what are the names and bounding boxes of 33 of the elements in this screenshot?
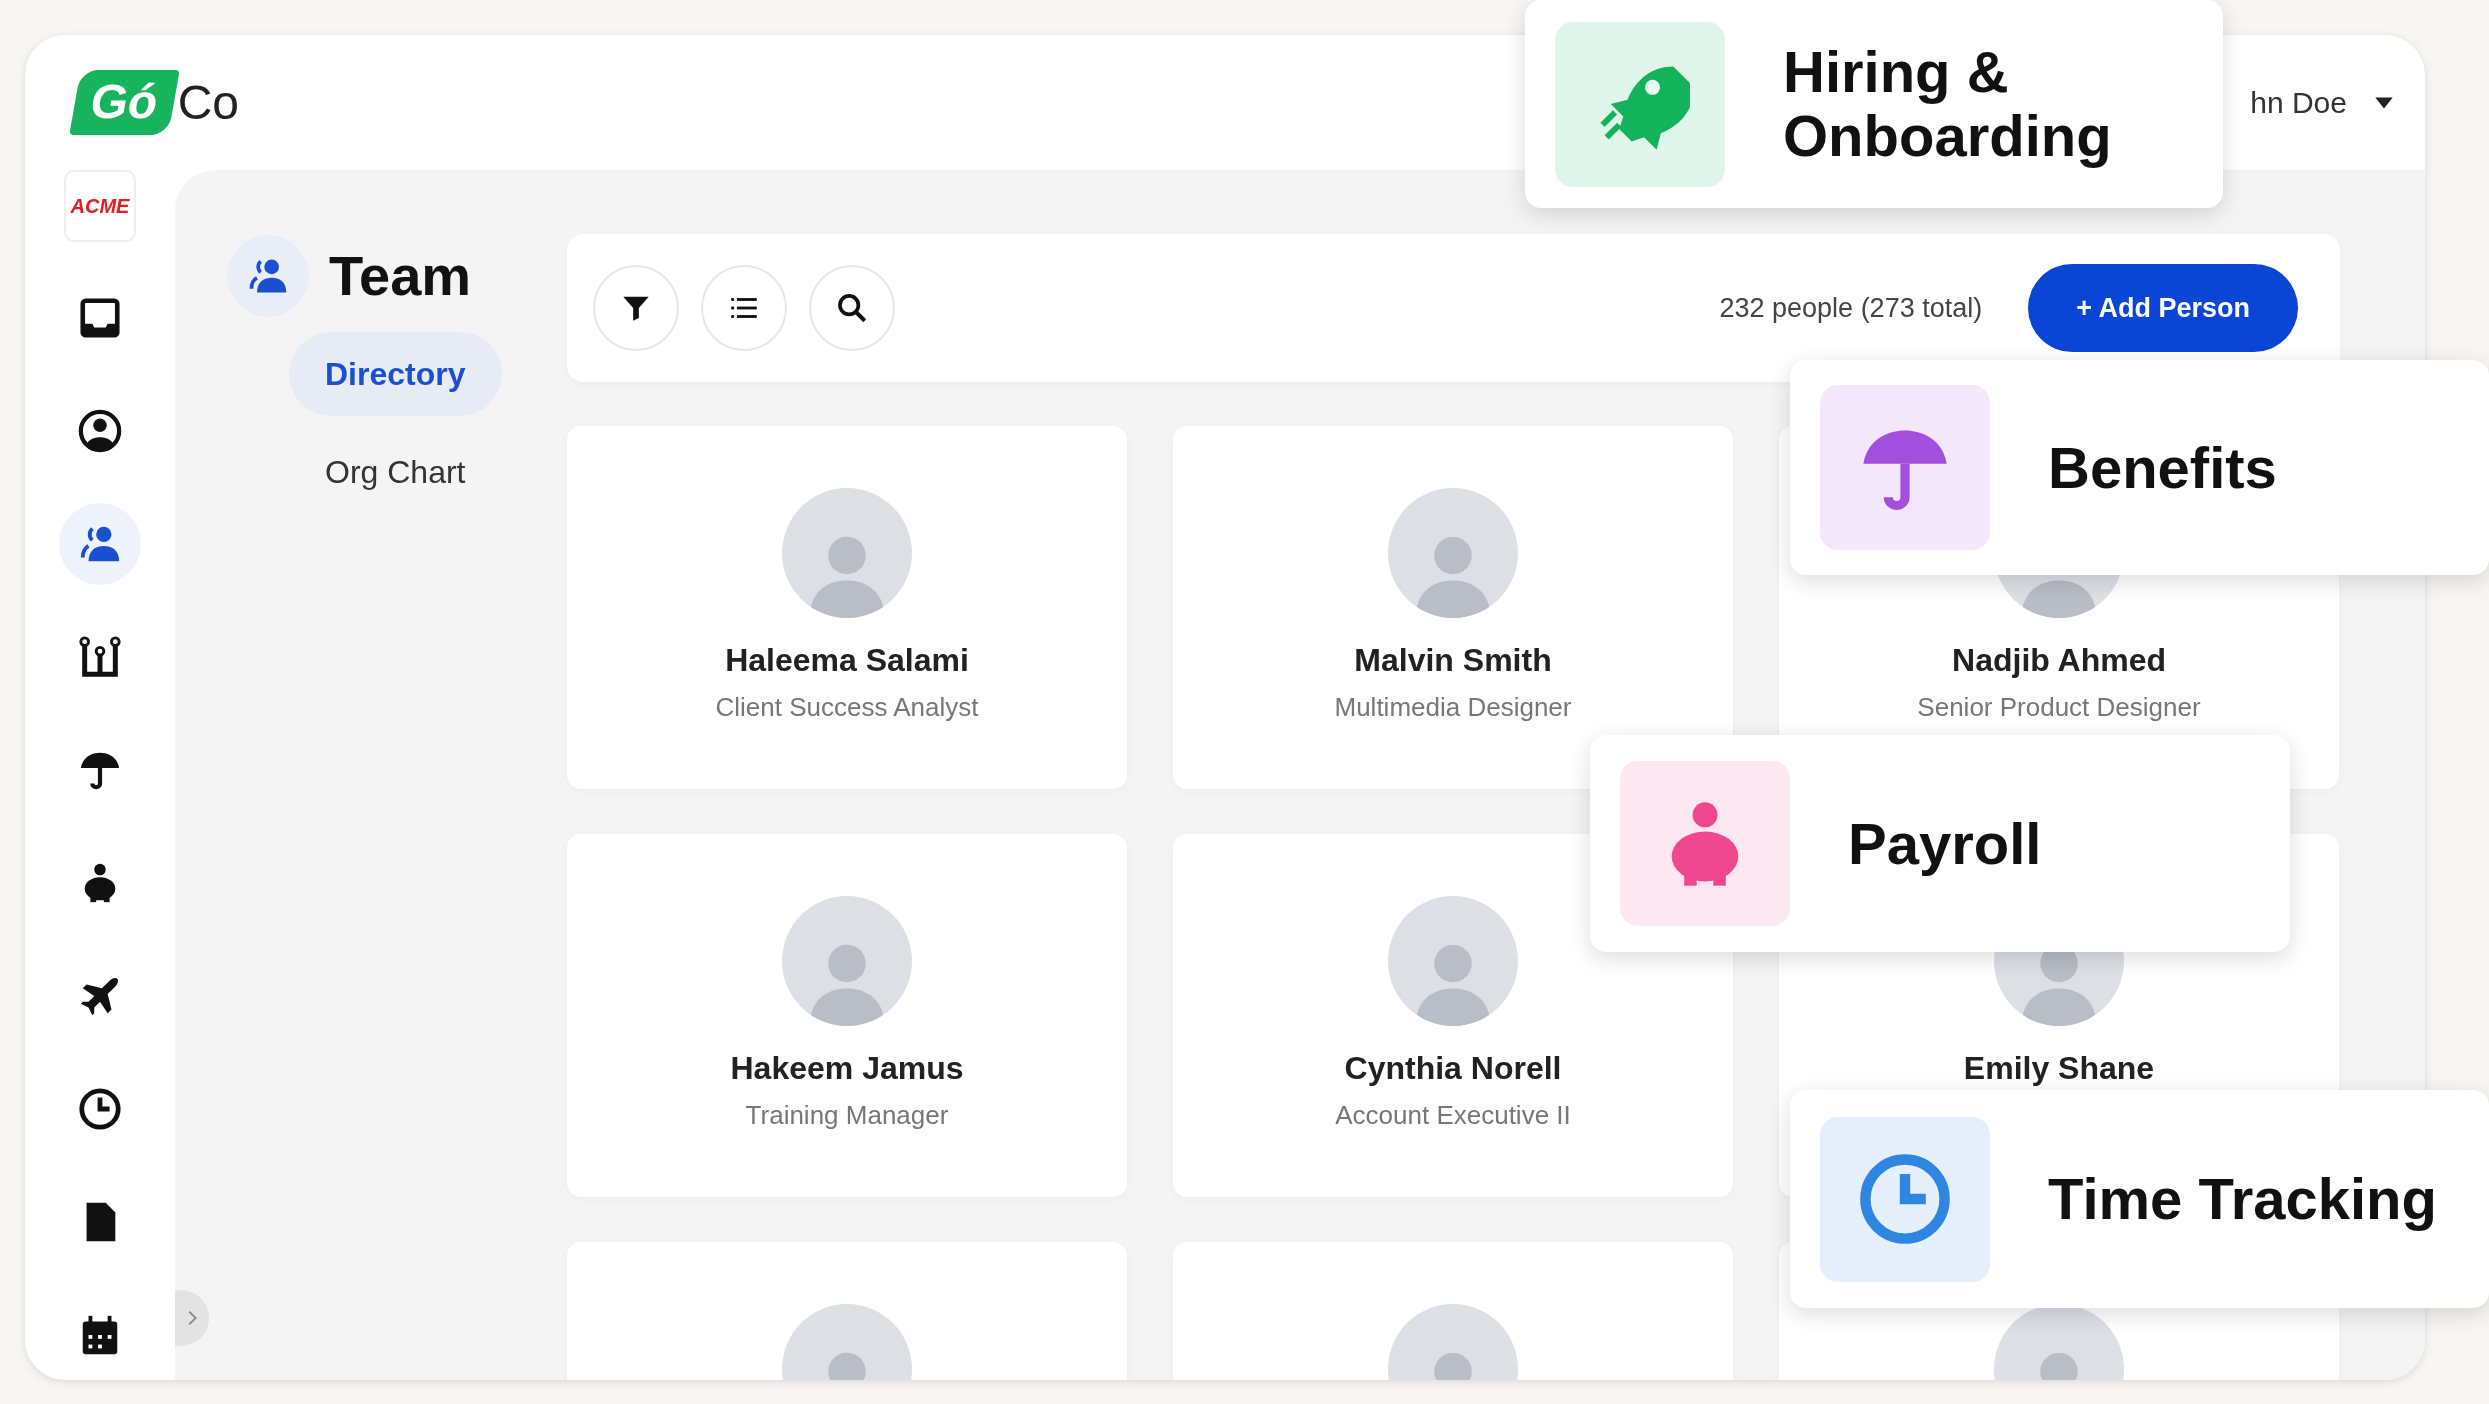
section-tab[interactable]: Directory [289,332,502,416]
profile-icon [77,408,123,454]
person-name: Haleema Salami [725,641,969,680]
hierarchy-icon [77,634,123,680]
person-name: Hakeem Jamus [730,1049,964,1088]
person-card[interactable]: Haleema Salami Client Success Analyst [567,426,1127,789]
clock-icon [77,1086,123,1132]
section-tab[interactable]: Org Chart [289,430,502,514]
feature-title: Hiring & Onboarding [1783,40,2113,168]
person-card[interactable]: Malvin Smith Multimedia Designer [1173,426,1733,789]
add-person-button[interactable]: + Add Person [2028,263,2298,353]
job-title: Multimedia Designer [1334,691,1572,724]
person-name: Malvin Smith [1354,641,1552,680]
person-name: Cynthia Norell [1344,1049,1562,1088]
job-title: Senior Product Designer [1917,691,2201,724]
person-card[interactable]: Hakeem Jamus Training Manager [567,834,1127,1197]
feature-title: Benefits [2048,435,2277,500]
people-count: 232 people (273 total) [1719,291,1983,325]
job-title: Training Manager [745,1099,949,1132]
user-name[interactable]: hn Doe [2250,80,2347,125]
person-name: Nadjib Ahmed [1952,641,2166,680]
feature-title: Payroll [1848,811,2042,876]
person-card[interactable]: Cynthia Norell Account Executive II [1173,834,1733,1197]
inbox-icon [77,295,123,341]
logo-mark: Gó [69,70,180,135]
logo-text: Co [177,74,239,131]
job-title: Client Success Analyst [715,691,979,724]
feature-title: Time Tracking [2048,1167,2437,1231]
person-name: Emily Shane [1963,1049,2155,1088]
company-logo[interactable]: ACME [64,170,136,242]
search-icon [835,291,869,325]
section-title: Team [329,243,472,309]
job-title: Account Executive II [1335,1099,1571,1132]
